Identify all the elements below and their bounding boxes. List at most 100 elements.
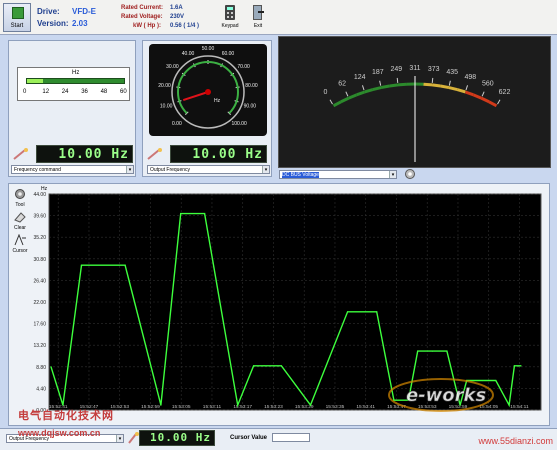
arc-meter-segment (440, 84, 450, 90)
keypad-button[interactable]: Keypad (220, 4, 240, 29)
arc-meter-tick (379, 80, 382, 86)
bar-meter-lcd: 10.00 Hz (36, 145, 133, 163)
dial-meter-lcd: 10.00 Hz (170, 145, 267, 163)
arc-meter-segment (448, 86, 458, 92)
chart-y-tick-label: 13.20 (33, 343, 46, 349)
arc-meter-segment (340, 96, 350, 104)
chart-data-point (431, 350, 433, 352)
arc-meter-tick-label: 560 (482, 80, 494, 87)
dial-tick-label: 60.00 (222, 51, 235, 57)
arc-meter-tick-label: 498 (464, 74, 476, 81)
eworks-logo: e-works (386, 375, 496, 415)
rated-voltage-label: Rated Voltage: (121, 14, 163, 20)
chevron-down-icon: ▾ (262, 166, 269, 173)
bar-meter-tick-label: 0 (23, 89, 27, 95)
arc-meter-tick-label: 124 (354, 74, 366, 81)
chart-y-tick-label: 4.40 (36, 386, 46, 392)
chart-data-point (520, 365, 522, 367)
cursor-value-label: Cursor Value (230, 435, 268, 441)
chart-y-tick-label: 35.20 (33, 235, 46, 241)
bar-meter-select-value: Frequency command (14, 167, 61, 173)
chart-data-point (280, 365, 282, 367)
dial-meter: 0.00 10.00 20.00 30.00 40.00 50.00 60.00 70.00 8… (149, 44, 267, 136)
arc-meter-tick-label: 435 (446, 69, 458, 76)
dial-tick-label: 0.00 (172, 121, 182, 127)
cursor-value-field (272, 433, 310, 442)
top-toolbar: Start Drive: VFD-E Version: 2.03 Rated C… (0, 0, 557, 35)
svg-text:e-works: e-works (406, 385, 487, 406)
chart-data-point (203, 213, 206, 215)
chart-data-point (180, 213, 182, 215)
wand-icon[interactable] (127, 431, 139, 445)
chart-data-point (263, 365, 265, 367)
wand-icon[interactable] (145, 147, 169, 161)
arc-meter-segment (389, 83, 399, 88)
watermark-url-right: www.55dianzi.com (478, 436, 553, 446)
exit-button[interactable]: Exit (248, 4, 268, 29)
chart-data-point (62, 404, 64, 406)
chart-y-tick-label: 22.00 (33, 300, 46, 306)
bar-meter-tick-label: 12 (42, 89, 50, 95)
dial-unit-label: Hz (214, 98, 221, 104)
chart-data-point (160, 404, 162, 406)
dial-meter-select[interactable]: Output Frequency ▾ (147, 165, 270, 174)
chart-x-tick-label: 15:53:23 (264, 404, 283, 410)
chart-x-tick-label: 15:53:35 (326, 404, 345, 410)
chart-data-point (124, 264, 126, 266)
chart-data-point (237, 404, 239, 406)
chart-data-point (508, 404, 510, 406)
chevron-down-icon: ▾ (126, 166, 133, 173)
settings-gear-icon[interactable] (404, 168, 416, 180)
keypad-icon (225, 5, 235, 20)
arc-meter-segment (332, 100, 342, 108)
chart-data-point (446, 350, 448, 352)
exit-icon (253, 5, 264, 20)
dial-tick-label: 100.00 (231, 121, 247, 127)
bar-meter-select[interactable]: Frequency command ▾ (11, 165, 134, 174)
dial-meter-panel: 0.00 10.00 20.00 30.00 40.00 50.00 60.00 70.00 8… (142, 40, 272, 177)
arc-meter-select[interactable]: DC BUS Voltage ▾ (279, 170, 397, 179)
arc-meter-segment (348, 93, 358, 100)
start-label: Start (10, 23, 24, 29)
arc-meter-select-value: DC BUS Voltage (282, 172, 319, 178)
arc-meter: 0 62 124 187 249 311 373 435 498 560 622 (324, 65, 511, 162)
rated-voltage-value: 230V (170, 14, 185, 20)
arc-meter-tick-label: 622 (499, 89, 511, 96)
rated-current-value: 1.6A (170, 5, 183, 11)
arc-meter-segment (380, 84, 390, 90)
chart-data-point (417, 350, 419, 352)
chevron-down-icon: ▾ (389, 171, 396, 178)
bar-meter-tick-label: 48 (100, 89, 108, 95)
chart-y-tick-label: 8.80 (36, 365, 46, 371)
keypad-label: Keypad (221, 23, 239, 29)
dial-tick-label: 30.00 (166, 64, 179, 70)
chart-y-tick-label: 17.60 (33, 322, 46, 328)
version-label: Version: (37, 19, 69, 28)
arc-meter-segment (431, 83, 441, 88)
kw-value: 0.56 ( 1/4 ) (170, 23, 200, 29)
chart-x-tick-label: 15:54:11 (510, 404, 529, 410)
arc-meter-tick (431, 77, 434, 83)
arc-meter-tick-label: 311 (409, 65, 420, 72)
dial-tick-label: 50.00 (202, 46, 215, 52)
arc-meter-tick-label: 187 (372, 69, 384, 76)
start-icon (12, 7, 24, 19)
wand-icon[interactable] (11, 147, 35, 161)
kw-label: kW ( Hp ): (133, 23, 161, 29)
chart-x-tick-label: 15:53:17 (233, 404, 252, 410)
chart-x-tick-label: 15:53:05 (172, 404, 191, 410)
arc-meter-segment (488, 100, 498, 108)
bar-meter-panel: Hz 0 12 24 36 48 60 10.00 Hz Frequency comman… (8, 40, 136, 177)
dial-tick-label: 10.00 (160, 104, 173, 110)
chart-y-tick-label: 26.40 (33, 278, 46, 284)
version-value: 2.03 (72, 19, 88, 28)
arc-meter-tick (396, 77, 399, 83)
start-button[interactable]: Start (3, 3, 31, 32)
bar-meter-track (26, 78, 125, 84)
dial-hub (205, 89, 211, 95)
rated-current-label: Rated Current: (121, 5, 164, 11)
arc-meter-segment (480, 96, 490, 104)
arc-meter-tick-label: 0 (324, 89, 328, 96)
arc-meter-segment (456, 88, 466, 94)
footer-lcd: 10.00 Hz (139, 430, 215, 446)
